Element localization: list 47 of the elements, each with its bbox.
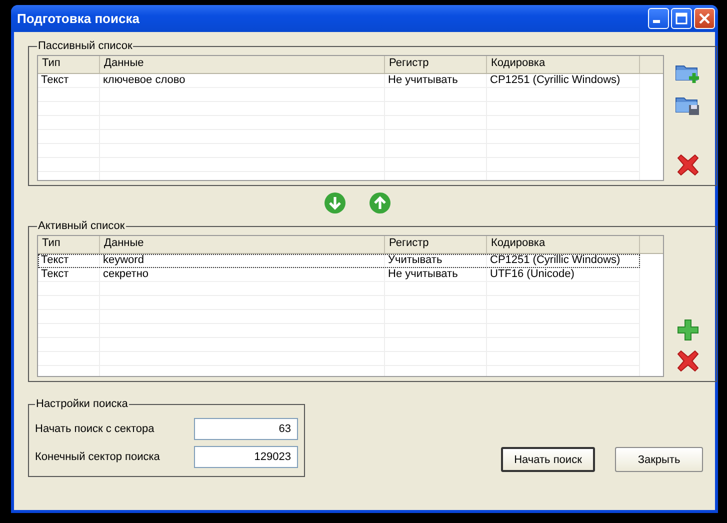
maximize-button[interactable] — [671, 8, 692, 29]
table-cell: Не учитывать — [385, 268, 487, 282]
table-cell: Текст — [38, 268, 100, 282]
table-cell: секретно — [100, 268, 385, 282]
field-label: Конечный сектор поиска — [35, 451, 160, 463]
minimize-button[interactable] — [648, 8, 669, 29]
column-header[interactable]: Кодировка — [487, 236, 640, 253]
move-down-button[interactable] — [324, 192, 346, 214]
close-icon — [698, 12, 711, 25]
table-row[interactable]: Текст keyword Учитывать CP1251 (Cyrillic Windows) — [38, 254, 640, 268]
number-field[interactable]: 129023 — [194, 446, 298, 468]
column-header[interactable]: Регистр — [385, 236, 487, 253]
table-cell: CP1251 (Cyrillic Windows) — [487, 74, 640, 88]
table-cell: ключевое слово — [100, 74, 385, 88]
column-header[interactable]: Данные — [100, 56, 385, 73]
table-cell: Учитывать — [385, 254, 487, 268]
minimize-icon — [653, 20, 660, 23]
plus-icon — [677, 319, 699, 341]
dialog-button[interactable]: Закрыть — [615, 447, 703, 472]
delete-icon — [676, 349, 700, 373]
table-cell: Текст — [38, 74, 100, 88]
move-up-button[interactable] — [369, 192, 391, 214]
table-row[interactable]: Текст секретно Не учитывать UTF16 (Unicode) — [38, 268, 663, 282]
table-cell: Не учитывать — [385, 74, 487, 88]
table-cell: UTF16 (Unicode) — [487, 268, 640, 282]
number-field[interactable]: 63 — [194, 418, 298, 440]
table-row[interactable]: Текст ключевое слово Не учитывать CP1251 (Cyrillic Windows) — [38, 74, 663, 88]
add-button[interactable] — [677, 319, 699, 341]
column-header[interactable]: Тип — [38, 236, 100, 253]
column-header[interactable]: Регистр — [385, 56, 487, 73]
group-title: Пассивный список — [37, 40, 134, 52]
window-title: Подготовка поиска — [17, 11, 140, 26]
delete-button[interactable] — [676, 349, 700, 373]
group-title: Настройки поиска — [35, 398, 129, 410]
column-header[interactable]: Кодировка — [487, 56, 640, 73]
close-button[interactable] — [694, 8, 715, 29]
maximize-icon — [675, 12, 688, 25]
table-cell: CP1251 (Cyrillic Windows) — [487, 254, 640, 268]
column-header[interactable]: Данные — [100, 236, 385, 253]
delete-icon — [676, 153, 700, 177]
group-title: Активный список — [37, 220, 126, 232]
dialog-button[interactable]: Начать поиск — [501, 447, 595, 472]
column-header[interactable]: Тип — [38, 56, 100, 73]
table-cell: Текст — [38, 254, 100, 268]
delete-button[interactable] — [676, 153, 700, 177]
field-label: Начать поиск с сектора — [35, 423, 154, 435]
table-cell: keyword — [100, 254, 385, 268]
